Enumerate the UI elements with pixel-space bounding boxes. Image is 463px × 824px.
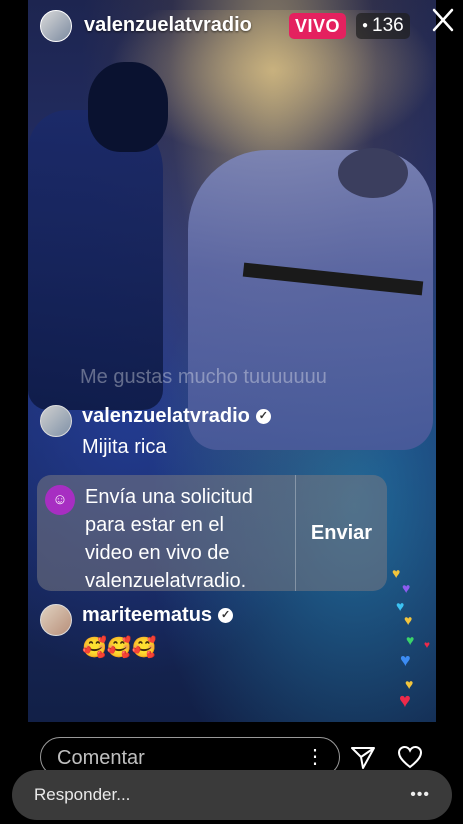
comment-item: valenzuelatvradio ✓ Mijita rica [40,405,271,459]
live-badge: VIVO [289,13,347,39]
comment-username[interactable]: mariteematus [82,604,212,627]
heart-reaction-icon: ♥ [399,690,411,712]
person-left [28,110,163,410]
guest-request-icon: ☺ [45,485,75,515]
viewer-count-badge[interactable]: ● 136 [356,13,410,39]
heart-reaction-icon: ♥ [402,580,411,596]
person-left-head [88,62,168,152]
heart-reaction-icon: ♥ [406,632,415,648]
join-request-card: ☺ Envía una solicitud para estar en el v… [37,475,387,592]
heart-reaction-icon: ♥ [400,650,411,670]
comment-avatar[interactable] [40,604,72,636]
reply-bar[interactable]: Responder... ••• [12,770,452,820]
eye-icon: ● [362,20,369,31]
close-icon[interactable] [430,6,456,34]
comment-username-row: mariteematus ✓ [82,604,234,627]
request-line: video en vivo de [85,542,230,564]
request-line: valenzuelatvradio. [85,570,247,592]
viewer-count: 136 [372,15,404,36]
reply-more-icon[interactable]: ••• [410,786,430,804]
more-options-icon[interactable]: ⋮ [305,745,325,769]
heart-reaction-icon: ♥ [424,640,430,651]
person-right-head [338,148,408,198]
reply-input[interactable]: Responder... [34,785,130,805]
comment-username[interactable]: valenzuelatvradio [82,405,250,428]
comment-item: mariteematus ✓ 🥰🥰🥰 [40,604,234,660]
heart-reaction-icon: ♥ [404,612,413,628]
request-message: ☺ Envía una solicitud para estar en el v… [37,475,296,592]
request-line: Envía una solicitud [85,486,253,508]
broadcaster-username[interactable]: valenzuelatvradio [84,14,252,37]
comment-avatar[interactable] [40,405,72,437]
comment-username-row: valenzuelatvradio ✓ [82,405,271,428]
comment-text: 🥰🥰🥰 [82,637,157,659]
broadcaster-avatar[interactable] [40,10,72,42]
verified-icon: ✓ [218,608,234,623]
send-icon[interactable] [350,744,376,770]
like-heart-icon[interactable] [397,745,423,769]
request-line: para estar en el [85,514,224,536]
verified-icon: ✓ [255,409,271,424]
request-text: Envía una solicitud para estar en el vid… [85,483,253,592]
send-request-button[interactable]: Enviar [296,475,387,591]
comment-text: Mijita rica [82,436,167,458]
faded-comment: Me gustas mucho tuuuuuuu [80,366,327,388]
heart-reaction-icon: ♥ [392,565,401,581]
